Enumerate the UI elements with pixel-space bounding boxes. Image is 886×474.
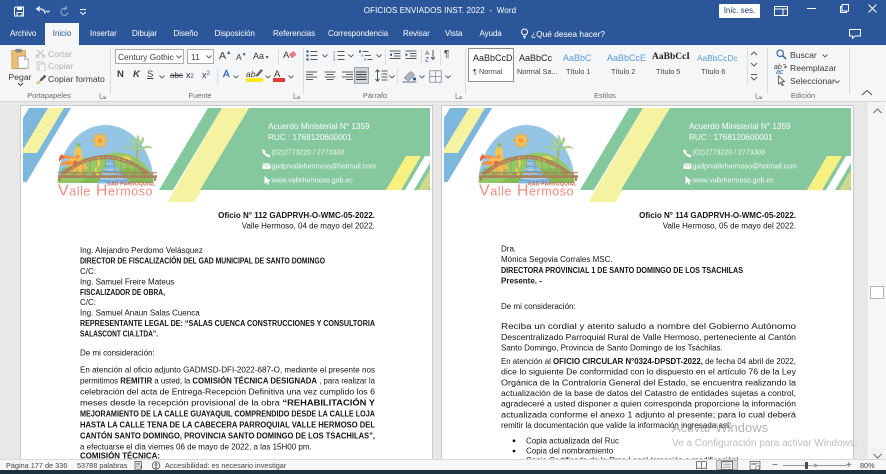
- svg-text:Ing. Samuel Anaun Salas Cuenca: Ing. Samuel Anaun Salas Cuenca: [80, 309, 200, 318]
- svg-text:Santo Domingo, Provincia de Sa: Santo Domingo, Provincia de Santo Doming…: [501, 344, 723, 353]
- svg-text:C/C:: C/C:: [80, 267, 96, 276]
- svg-text:Valle Hermoso, 04 de mayo del: Valle Hermoso, 04 de mayo del 2022.: [242, 222, 375, 231]
- svg-text:MEJORAMIENTO DE LA CALLE GUAYA: MEJORAMIENTO DE LA CALLE GUAYAQUIL COMPR…: [80, 409, 375, 418]
- svg-text:DIRECTORA PROVINCIAL 1 DE SANT: DIRECTORA PROVINCIAL 1 DE SANTO DOMINGO …: [501, 266, 744, 275]
- svg-text:Valle Hermoso, 05 de mayo del: Valle Hermoso, 05 de mayo del 2022.: [663, 222, 796, 231]
- svg-text:Ing. Alejandro Perdomo Velásqu: Ing. Alejandro Perdomo Velásquez: [80, 246, 203, 255]
- svg-text:En atención al OFICIO CIRCULAR: En atención al OFICIO CIRCULAR N°0324-DP…: [501, 357, 796, 366]
- svg-text:SALASCONT CIA.LTDA”.: SALASCONT CIA.LTDA”.: [80, 329, 158, 338]
- svg-text:Descentralizado Parroquial Rur: Descentralizado Parroquial Rural de Vall…: [501, 333, 796, 342]
- svg-text:celebración del acta de Entreg: celebración del acta de Entrega-Recepció…: [80, 387, 376, 396]
- svg-text:actualización de la base de da: actualización de la base de datos del Ca…: [501, 389, 796, 398]
- svg-text:FISCALIZADOR DE OBRA,: FISCALIZADOR DE OBRA,: [80, 288, 165, 297]
- svg-text:agradeceré a usted disponer a: agradeceré a usted disponer a quien corr…: [501, 400, 796, 409]
- svg-text:Dra.: Dra.: [501, 245, 516, 254]
- svg-text:REPRESENTANTE LEGAL DE: “SALAS: REPRESENTANTE LEGAL DE: “SALAS CUENCA CO…: [80, 319, 375, 328]
- svg-text:Reciba un cordial y atento sal: Reciba un cordial y atento saludo a nomb…: [501, 322, 797, 331]
- svg-text:CANTÓN SANTO DOMINGO, PROVINCI: CANTÓN SANTO DOMINGO, PROVINCIA SANTO DO…: [80, 431, 375, 440]
- svg-text:COMISIÓN TÉCNICA:: COMISIÓN TÉCNICA:: [80, 451, 160, 459]
- svg-text:De mi consideración:: De mi consideración:: [501, 302, 576, 311]
- svg-text:permitimos REMITIR a usted, la: permitimos REMITIR a usted, la COMISIÓN …: [80, 376, 376, 385]
- svg-text:Oficio N° 112 GADPRVH-O-WMC-05: Oficio N° 112 GADPRVH-O-WMC-05-2022.: [218, 211, 375, 220]
- svg-text:meses desde la recepción provi: meses desde la recepción provisional de …: [80, 398, 376, 407]
- svg-text:Presente. -: Presente. -: [501, 277, 542, 286]
- svg-text:HASTA LA CALLE TENA DE LA CABE: HASTA LA CALLE TENA DE LA CABECERA PARRO…: [80, 420, 375, 429]
- svg-text:DIRECTOR DE FISCALIZACIÓN DEL: DIRECTOR DE FISCALIZACIÓN DEL GAD MUNICI…: [80, 256, 325, 265]
- svg-text:a efectuarse el día viernes 06: a efectuarse el día viernes 06 de mayo d…: [80, 442, 312, 451]
- svg-text:Mónica Segovia Corrales MSC.: Mónica Segovia Corrales MSC.: [501, 255, 613, 264]
- svg-text:De mi consideración:: De mi consideración:: [80, 348, 155, 357]
- svg-text:En atención al oficio adjunto: En atención al oficio adjunto GADMSD-DFI…: [80, 365, 375, 374]
- svg-text:Ing. Samuel Freire Mateus: Ing. Samuel Freire Mateus: [80, 277, 174, 286]
- svg-text:3: 3: [333, 57, 336, 61]
- svg-text:Oficio N° 114 GADPRVH-O-WMC-05: Oficio N° 114 GADPRVH-O-WMC-05-2022.: [639, 211, 796, 220]
- svg-text:Orgánica de la Contraloría Gen: Orgánica de la Contraloría General del E…: [501, 378, 797, 387]
- svg-text:C/C:: C/C:: [80, 298, 96, 307]
- svg-text:ac: ac: [776, 69, 784, 74]
- svg-text:actualizada conforme el anexo: actualizada conforme el anexo 1 adjunto …: [501, 410, 797, 419]
- svg-text:dice lo siguiente De conformid: dice lo siguiente De conformidad con lo …: [501, 368, 796, 377]
- svg-text:Copia actualizada del Ruc: Copia actualizada del Ruc: [526, 437, 619, 446]
- svg-text:Z: Z: [425, 57, 429, 63]
- svg-text:Copia del nombramiento: Copia del nombramiento: [526, 447, 614, 456]
